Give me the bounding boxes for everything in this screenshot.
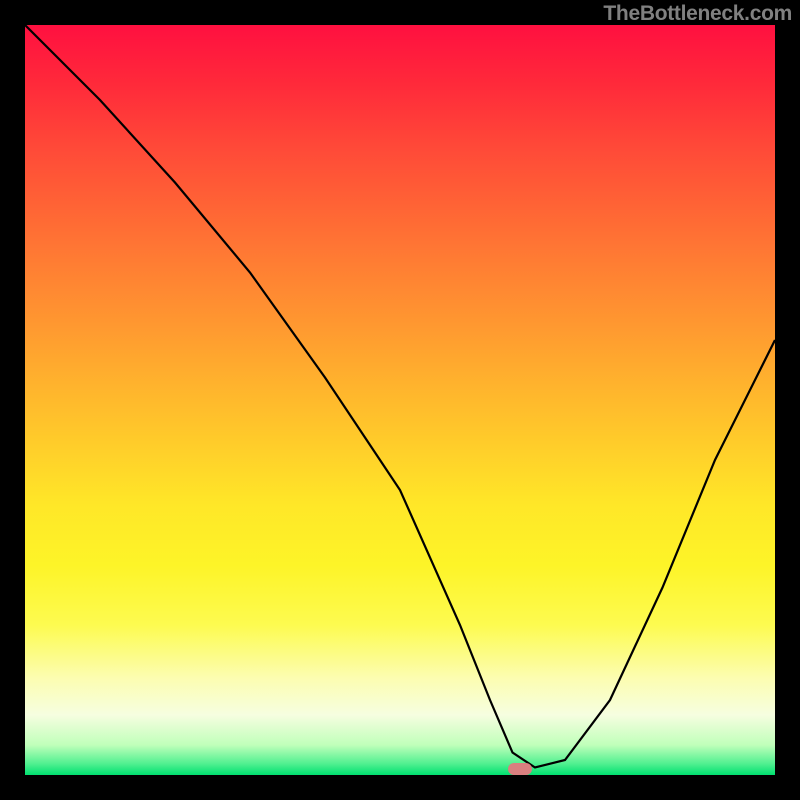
bottleneck-chart: TheBottleneck.com xyxy=(0,0,800,800)
optimal-point-marker xyxy=(508,763,532,775)
curve-layer xyxy=(25,25,775,775)
plot-area xyxy=(25,25,775,775)
bottleneck-curve-path xyxy=(25,25,775,768)
watermark-text: TheBottleneck.com xyxy=(603,2,792,26)
